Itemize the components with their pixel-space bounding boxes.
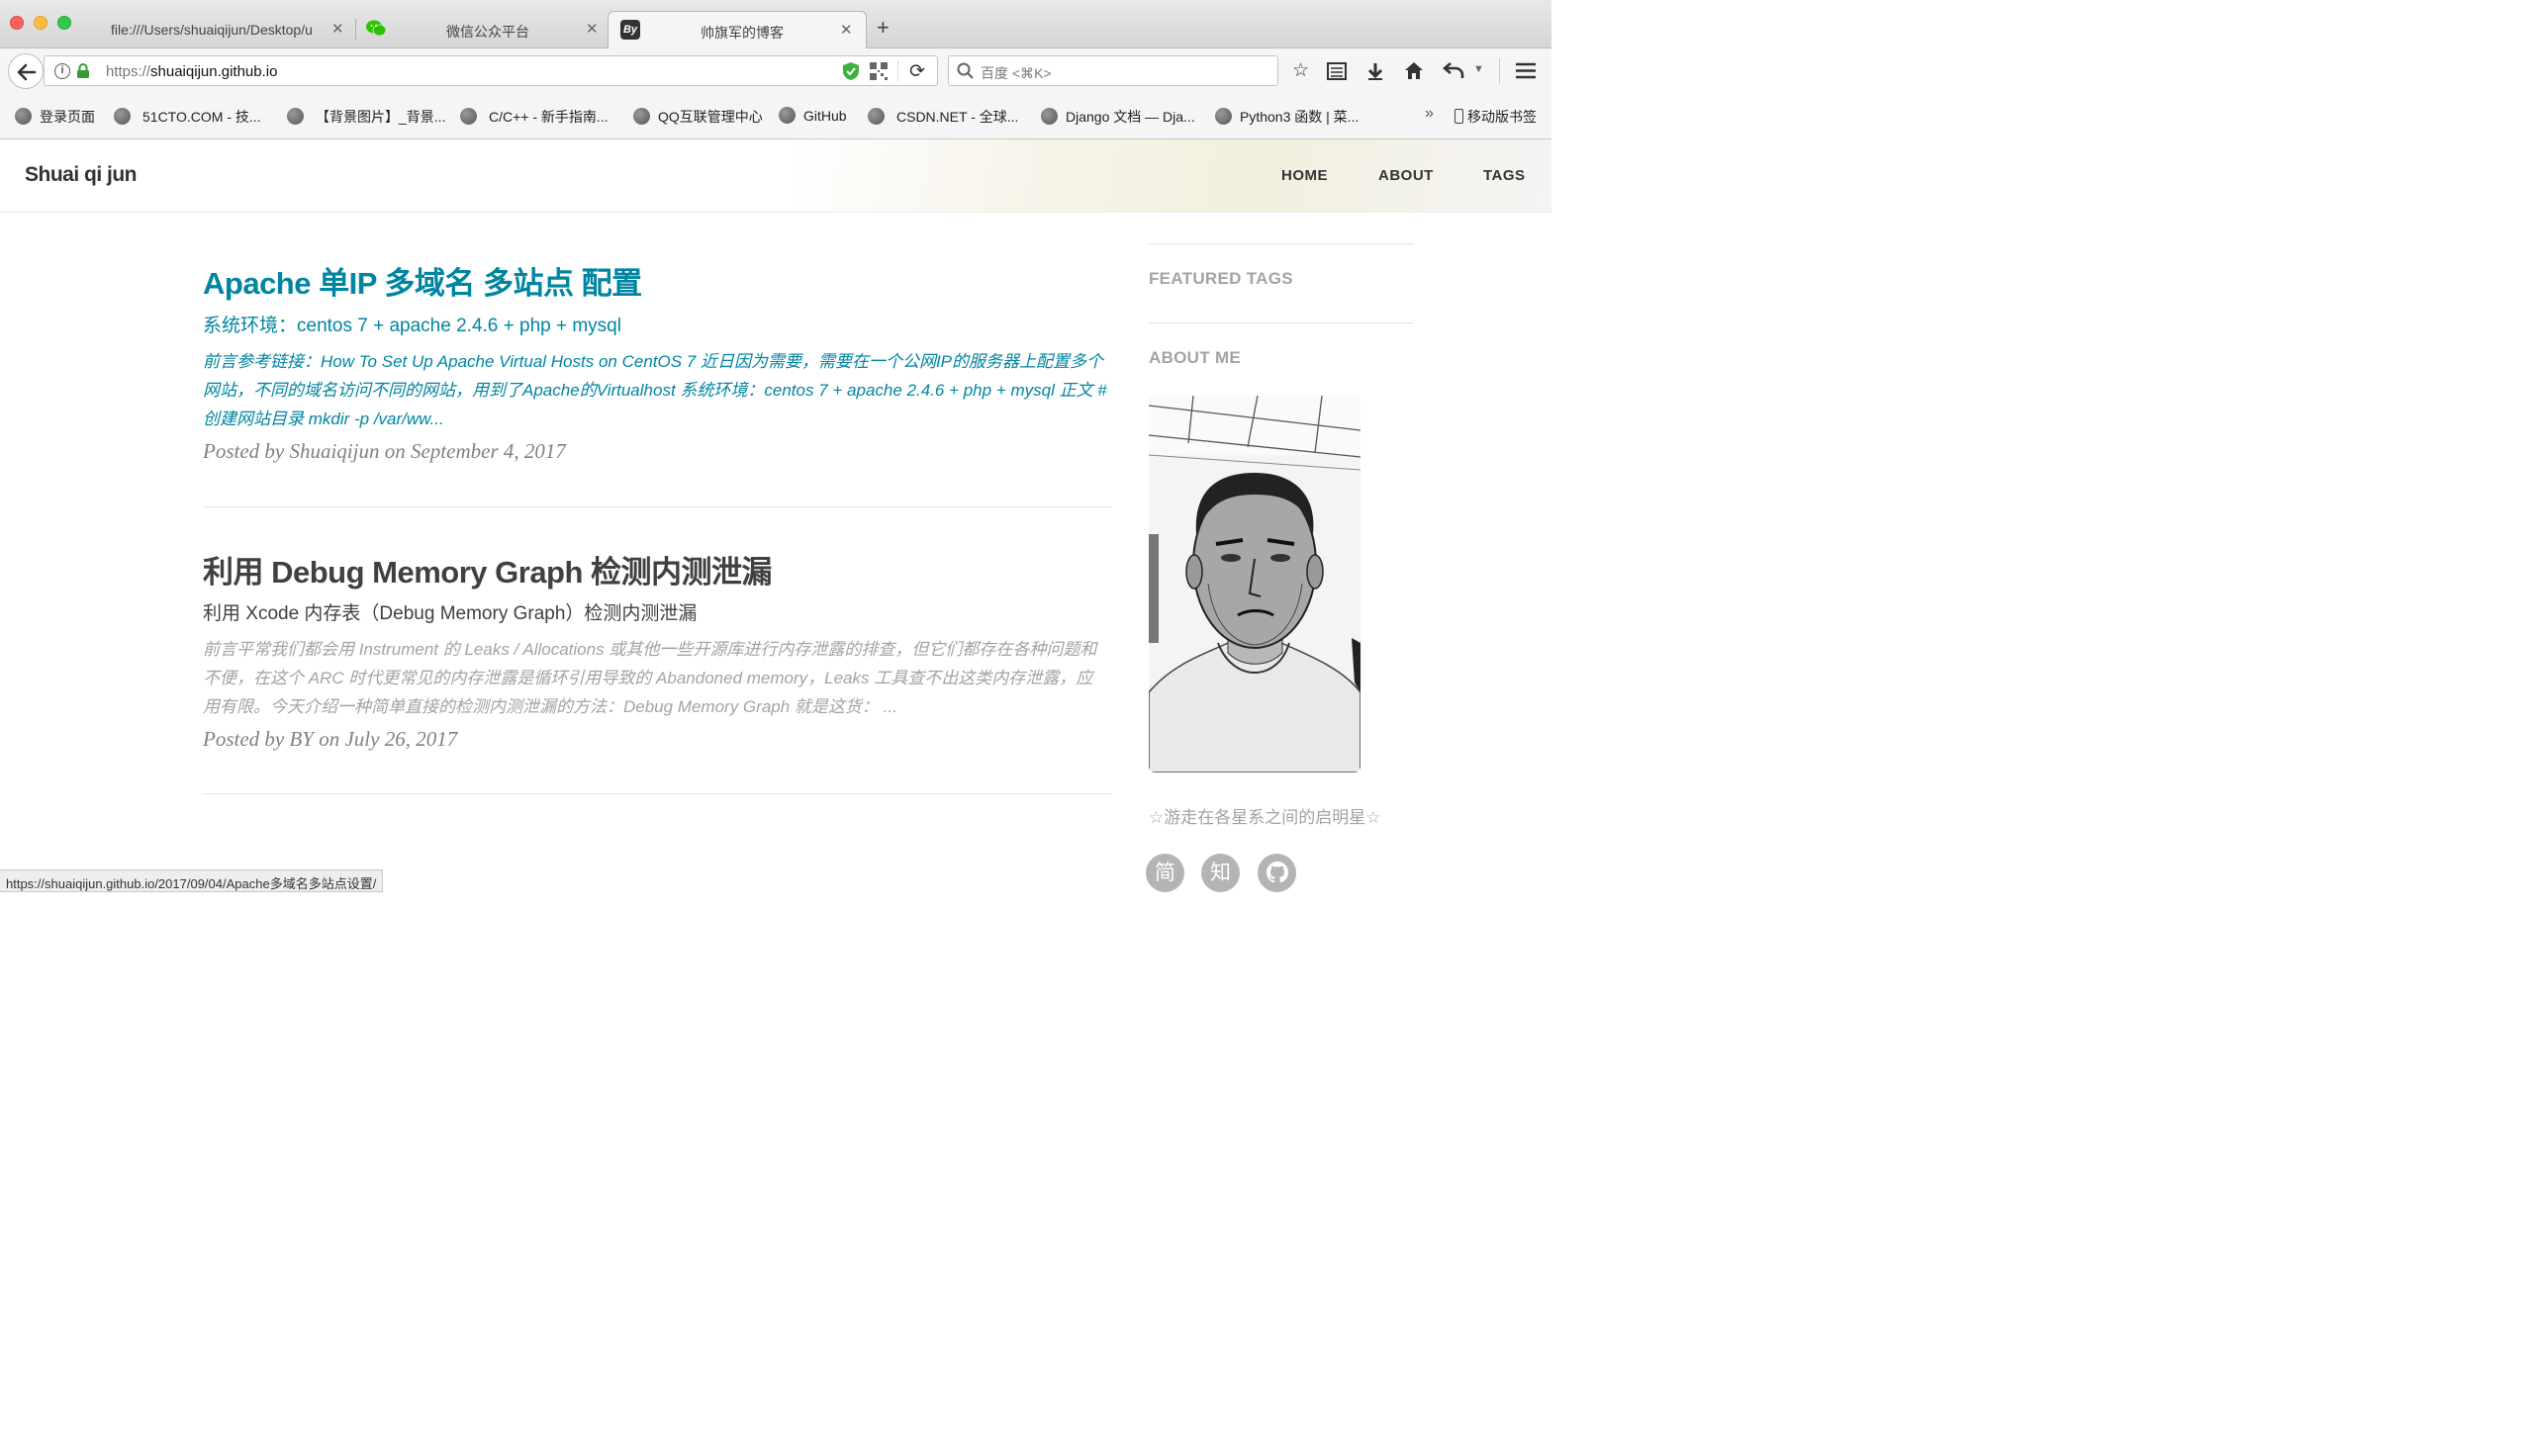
reading-list-icon[interactable] — [1327, 62, 1347, 86]
undo-close-tab-icon[interactable] — [1442, 61, 1464, 85]
more-bookmarks-chevron-icon[interactable]: » — [1425, 105, 1434, 123]
post-subtitle[interactable]: 利用 Xcode 内存表（Debug Memory Graph）检测内测泄漏 — [203, 598, 697, 625]
globe-icon — [114, 108, 131, 125]
tab-title: 微信公众平台 — [446, 24, 529, 40]
post-title[interactable]: Apache 单IP 多域名 多站点 配置 — [203, 258, 642, 303]
header-background-image — [792, 139, 1551, 212]
nav-tags-link[interactable]: TAGS — [1483, 167, 1526, 184]
globe-icon — [15, 108, 32, 125]
globe-icon — [868, 108, 885, 125]
tab-file[interactable]: file:///Users/shuaiqijun/Desktop/u ✕ — [99, 11, 354, 48]
info-icon[interactable]: i — [54, 63, 70, 79]
bookmark-label: C/C++ - 新手指南... — [489, 109, 609, 125]
adblock-shield-icon[interactable] — [842, 61, 860, 86]
globe-icon — [460, 108, 477, 125]
bookmark-label: 【背景图片】_背景... — [316, 109, 446, 125]
bookmarks-toolbar: 登录页面 51CTO.COM - 技... 【背景图片】_背景... C/C++… — [0, 94, 1551, 139]
tab-wechat[interactable]: 微信公众平台 ✕ — [356, 11, 608, 48]
bookmark-item[interactable]: 【背景图片】_背景... — [287, 107, 445, 127]
bookmark-item[interactable]: Python3 函数 | 菜... — [1215, 107, 1359, 127]
tab-title: 帅旗军的博客 — [701, 25, 784, 41]
url-bar[interactable]: i https://shuaiqijun.github.io ⟳ — [44, 55, 938, 86]
bookmark-label: 登录页面 — [40, 109, 95, 125]
github-icon[interactable] — [1258, 854, 1296, 892]
post-meta: Posted by BY on July 26, 2017 — [203, 727, 458, 751]
url-separator — [897, 60, 898, 82]
home-icon[interactable] — [1404, 61, 1424, 86]
new-tab-button[interactable]: + — [877, 17, 890, 39]
avatar — [1149, 396, 1360, 773]
close-tab-icon[interactable]: ✕ — [586, 20, 599, 38]
wechat-icon — [366, 20, 387, 37]
tab-blog[interactable]: By 帅旗军的博客 ✕ — [608, 11, 867, 48]
post-subtitle[interactable]: 系统环境：centos 7 + apache 2.4.6 + php + mys… — [203, 311, 621, 337]
bookmark-item[interactable]: 登录页面 — [15, 107, 95, 127]
zoom-window-button[interactable] — [57, 16, 71, 30]
globe-icon — [633, 108, 650, 125]
globe-icon — [779, 107, 796, 124]
bookmark-item[interactable]: C/C++ - 新手指南... — [460, 107, 609, 127]
url-scheme: https:// — [106, 63, 151, 80]
minimize-window-button[interactable] — [34, 16, 47, 30]
blog-icon: By — [620, 20, 640, 40]
globe-icon — [287, 108, 304, 125]
qrcode-icon[interactable] — [870, 62, 888, 85]
post-meta: Posted by Shuaiqijun on September 4, 201… — [203, 439, 566, 463]
bookmark-item[interactable]: QQ互联管理中心 — [633, 107, 763, 127]
toolbar-separator — [1499, 58, 1500, 84]
bookmark-item[interactable]: 51CTO.COM - 技... — [114, 107, 261, 127]
close-tab-icon[interactable]: ✕ — [331, 20, 344, 38]
reload-icon[interactable]: ⟳ — [909, 60, 925, 83]
jianshu-icon[interactable]: 简 — [1146, 854, 1184, 892]
post-divider — [203, 506, 1112, 507]
search-placeholder: 百度 <⌘K> — [981, 65, 1052, 81]
globe-icon — [1041, 108, 1058, 125]
mobile-bookmarks-item[interactable]: 移动版书签 — [1454, 107, 1537, 127]
site-brand-link[interactable]: Shuai qi jun — [25, 163, 138, 187]
sidebar-divider — [1149, 243, 1414, 244]
post-excerpt[interactable]: 前言平常我们都会用 Instrument 的 Leaks / Allocatio… — [203, 635, 1108, 721]
phone-icon — [1454, 109, 1463, 124]
nav-home-link[interactable]: HOME — [1281, 167, 1328, 184]
bookmark-label: QQ互联管理中心 — [658, 109, 763, 125]
featured-tags-heading: FEATURED TAGS — [1149, 269, 1293, 288]
nav-about-link[interactable]: ABOUT — [1378, 167, 1434, 184]
close-tab-icon[interactable]: ✕ — [840, 21, 853, 39]
navigation-toolbar: i https://shuaiqijun.github.io ⟳ 百度 <⌘K>… — [0, 48, 1551, 94]
tab-bar: file:///Users/shuaiqijun/Desktop/u ✕ 微信公… — [0, 0, 1551, 48]
bookmark-label: 51CTO.COM - 技... — [142, 109, 261, 125]
about-me-heading: ABOUT ME — [1149, 348, 1242, 367]
globe-icon — [1215, 108, 1232, 125]
search-icon — [957, 62, 975, 85]
bookmark-label: 移动版书签 — [1467, 109, 1537, 125]
about-motto: ☆游走在各星系之间的启明星☆ — [1149, 808, 1381, 827]
bookmark-label: CSDN.NET - 全球... — [896, 109, 1019, 125]
bookmark-label: GitHub — [803, 108, 847, 124]
status-bar-url: https://shuaiqijun.github.io/2017/09/04/… — [0, 869, 384, 892]
bookmark-item[interactable]: Django 文档 — Dja... — [1041, 107, 1195, 127]
post-divider — [203, 793, 1112, 794]
lock-icon — [76, 62, 90, 84]
bookmark-item[interactable]: GitHub — [779, 107, 847, 124]
bookmark-item[interactable]: CSDN.NET - 全球... — [868, 107, 1018, 127]
tab-title: file:///Users/shuaiqijun/Desktop/u — [111, 22, 313, 38]
post-excerpt[interactable]: 前言参考链接：How To Set Up Apache Virtual Host… — [203, 347, 1108, 433]
hamburger-menu-icon[interactable] — [1516, 62, 1536, 85]
url-text: https://shuaiqijun.github.io — [106, 63, 277, 80]
sidebar-divider — [1149, 322, 1414, 323]
back-button[interactable] — [8, 53, 44, 89]
back-arrow-icon — [17, 63, 37, 81]
dropdown-chevron-icon[interactable]: ▼ — [1473, 58, 1484, 80]
bookmark-star-icon[interactable]: ☆ — [1292, 60, 1309, 82]
close-window-button[interactable] — [10, 16, 24, 30]
search-bar[interactable]: 百度 <⌘K> — [948, 55, 1278, 86]
zhihu-icon[interactable]: 知 — [1201, 854, 1240, 892]
post-title[interactable]: 利用 Debug Memory Graph 检测内测泄漏 — [203, 547, 773, 592]
bookmark-label: Django 文档 — Dja... — [1066, 109, 1195, 125]
site-navbar: Shuai qi jun HOME ABOUT TAGS — [0, 139, 1551, 213]
bookmark-label: Python3 函数 | 菜... — [1240, 109, 1360, 125]
download-icon[interactable] — [1365, 61, 1385, 87]
url-host: shuaiqijun.github.io — [150, 63, 278, 80]
